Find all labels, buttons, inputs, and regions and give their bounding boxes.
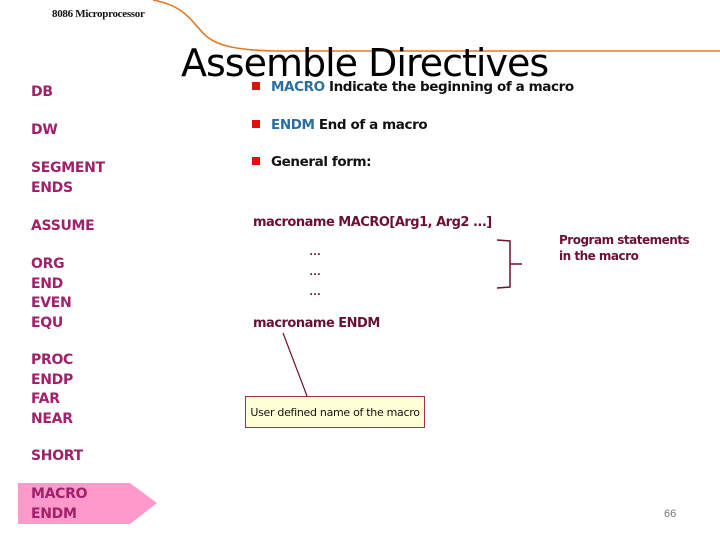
bullet-endm: ENDM End of a macro: [252, 117, 428, 133]
code-body-line: …: [309, 264, 321, 278]
body-note: Program statements in the macro: [559, 232, 690, 264]
sidebar-item-label: NEAR: [31, 410, 73, 427]
sidebar-item-label: SEGMENT: [31, 160, 105, 176]
sidebar-item-label: ENDS: [31, 179, 73, 196]
sidebar-item-label: SHORT: [31, 448, 83, 464]
bullet-square-icon: [252, 82, 260, 90]
sidebar-item-label: ORG: [31, 256, 65, 272]
course-header: 8086 Microprocessor: [52, 8, 145, 20]
sidebar-item-label: MACRO: [31, 486, 88, 502]
bullet-square-icon: [252, 157, 260, 165]
sidebar-item-segment[interactable]: SEGMENT ENDS: [31, 159, 105, 198]
sidebar-item-dw[interactable]: DW: [31, 121, 58, 141]
code-body-line: …: [309, 244, 321, 258]
code-macro-start: macroname MACRO[Arg1, Arg2 ...]: [253, 215, 492, 230]
slide-title: Assemble Directives: [181, 41, 549, 85]
sidebar-item-db[interactable]: DB: [31, 83, 53, 103]
callout-pointer: [282, 332, 308, 397]
code-macro-end: macroname ENDM: [253, 316, 380, 331]
sidebar-item-short[interactable]: SHORT: [31, 447, 83, 467]
sidebar-item-label: DB: [31, 84, 53, 100]
name-callout: User defined name of the macro: [245, 396, 425, 428]
sidebar-item-label: ENDM: [31, 505, 77, 522]
bullet-text: General form:: [271, 154, 372, 170]
bullet-keyword: ENDM: [271, 117, 315, 133]
bullet-square-icon: [252, 120, 260, 128]
sidebar-item-label: ENDP: [31, 371, 73, 388]
body-note-line: Program statements: [559, 233, 690, 247]
brace-icon: [496, 239, 522, 289]
sidebar-item-label: ASSUME: [31, 218, 95, 234]
bullet-general-form: General form:: [252, 154, 372, 170]
sidebar-item-org[interactable]: ORG END EVEN EQU: [31, 255, 72, 333]
sidebar-item-label: END: [31, 275, 64, 292]
sidebar-item-label: EQU: [31, 314, 63, 331]
sidebar-item-label: FAR: [31, 391, 60, 407]
sidebar-item-label: DW: [31, 122, 58, 138]
code-body-line: …: [309, 284, 321, 298]
body-note-line: in the macro: [559, 249, 639, 263]
sidebar-item-label: EVEN: [31, 295, 72, 311]
sidebar-item-proc[interactable]: PROC ENDP FAR NEAR: [31, 351, 73, 429]
bullet-macro: MACRO Indicate the beginning of a macro: [252, 79, 574, 95]
sidebar-item-label: PROC: [31, 352, 74, 368]
page-number: 66: [664, 508, 677, 520]
sidebar-item-assume[interactable]: ASSUME: [31, 217, 95, 237]
bullet-text: Indicate the beginning of a macro: [324, 79, 574, 95]
sidebar-item-macro[interactable]: MACRO ENDM: [31, 485, 88, 524]
bullet-keyword: MACRO: [271, 79, 325, 95]
bullet-text: End of a macro: [314, 117, 428, 133]
